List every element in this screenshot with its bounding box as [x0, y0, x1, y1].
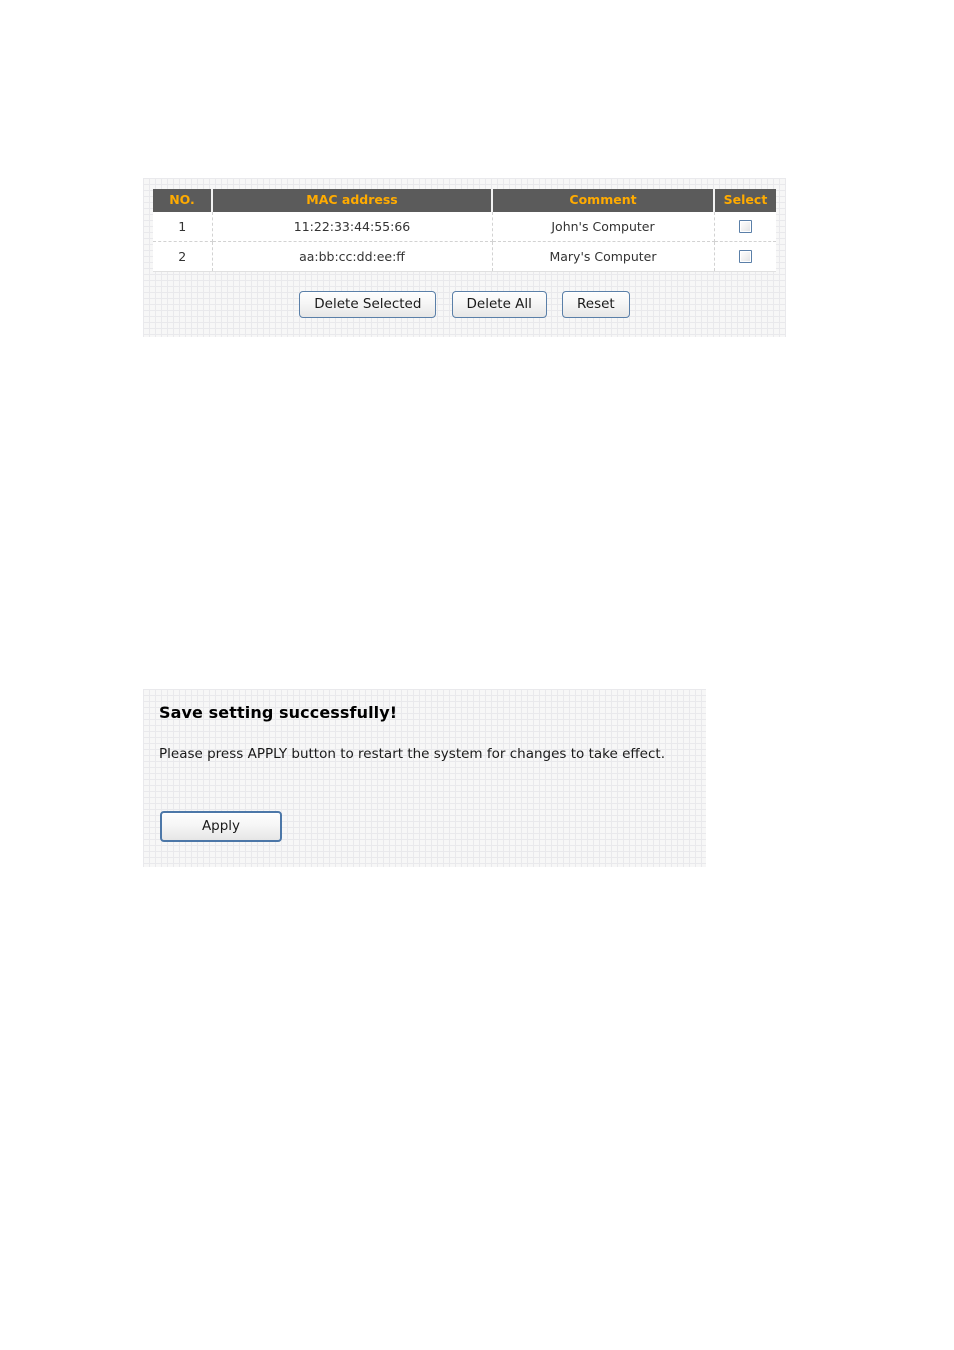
apply-button[interactable]: Apply [160, 811, 282, 842]
row-select-checkbox[interactable] [738, 220, 752, 233]
cell-comment: John's Computer [492, 212, 715, 242]
delete-selected-button[interactable]: Delete Selected [299, 291, 437, 318]
column-header-no: NO. [153, 189, 213, 212]
cell-no: 2 [153, 241, 213, 272]
save-instruction-text: Please press APPLY button to restart the… [159, 746, 665, 762]
row-select-checkbox[interactable] [738, 250, 752, 263]
cell-no: 1 [153, 212, 213, 242]
table-action-buttons: Delete Selected Delete All Reset [143, 291, 786, 318]
mac-address-table: NO. MAC address Comment Select 1 11:22:3… [153, 189, 776, 272]
cell-comment: Mary's Computer [492, 241, 715, 272]
table-header-row: NO. MAC address Comment Select [153, 189, 776, 212]
column-header-comment: Comment [492, 189, 715, 212]
cell-mac: 11:22:33:44:55:66 [212, 212, 493, 242]
column-header-mac: MAC address [212, 189, 493, 212]
table-row: 2 aa:bb:cc:dd:ee:ff Mary's Computer [153, 241, 776, 272]
apply-button-wrapper: Apply [160, 811, 282, 842]
save-confirmation-panel: Save setting successfully! Please press … [143, 689, 706, 867]
cell-mac: aa:bb:cc:dd:ee:ff [212, 241, 493, 272]
save-success-heading: Save setting successfully! [159, 703, 398, 722]
column-header-select: Select [714, 189, 776, 212]
cell-select [714, 241, 776, 272]
delete-all-button[interactable]: Delete All [451, 291, 547, 318]
cell-select [714, 212, 776, 242]
table-row: 1 11:22:33:44:55:66 John's Computer [153, 212, 776, 242]
reset-button[interactable]: Reset [562, 291, 630, 318]
mac-filter-panel: NO. MAC address Comment Select 1 11:22:3… [143, 178, 786, 337]
